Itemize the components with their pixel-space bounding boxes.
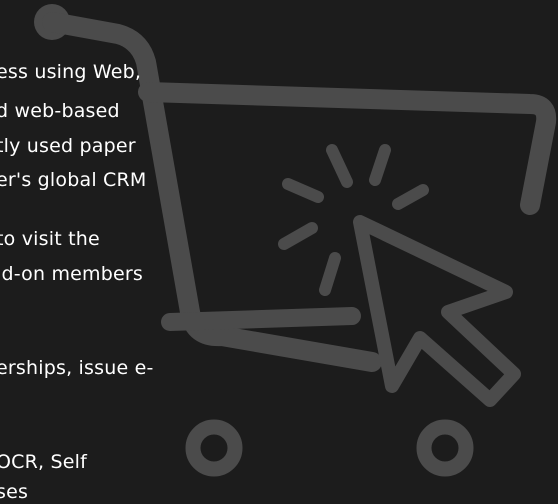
text-line: er's global CRM — [0, 169, 147, 191]
click-ray — [369, 144, 391, 186]
text-line: tly used paper — [0, 135, 136, 157]
click-ray — [392, 184, 429, 210]
cursor-arrow-icon — [353, 215, 521, 407]
text-line: ld-on members — [0, 263, 144, 285]
text-line: ess using Web, — [0, 61, 142, 83]
cart-basket — [138, 82, 557, 215]
cart-wheel-left — [185, 419, 243, 477]
text-line: erships, issue e- — [0, 357, 154, 379]
text-line: to visit the — [0, 228, 100, 250]
click-ray — [326, 144, 353, 188]
click-ray — [319, 252, 341, 296]
text-line: ses — [0, 481, 29, 503]
cart-wheel-right — [416, 419, 474, 477]
cart-basket-bottom — [161, 307, 361, 331]
click-ray — [278, 222, 318, 250]
text-line: OCR, Self — [0, 451, 88, 473]
text-line: d web-based — [0, 100, 120, 122]
click-ray — [282, 178, 324, 203]
